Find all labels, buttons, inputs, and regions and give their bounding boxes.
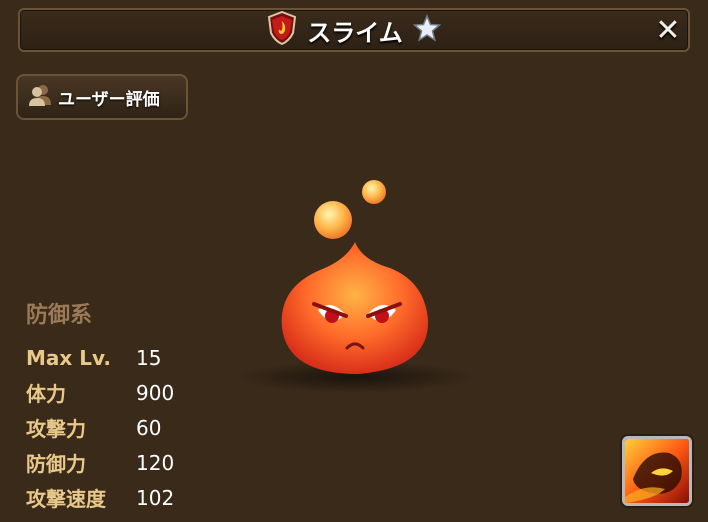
stat-row-attack: 攻撃力 60 xyxy=(26,410,174,445)
stat-label: 攻撃速度 xyxy=(26,487,106,511)
fire-attribute-icon xyxy=(267,10,297,49)
title-group: スライム xyxy=(20,10,688,50)
close-icon: ✕ xyxy=(655,12,681,48)
stat-label: Max Lv. xyxy=(26,345,112,370)
stat-value: 60 xyxy=(136,415,162,440)
stat-value: 15 xyxy=(136,345,162,370)
stat-row-defense: 防御力 120 xyxy=(26,445,174,480)
stat-value: 120 xyxy=(136,450,175,475)
fire-skill-icon xyxy=(625,439,689,503)
monster-name: スライム xyxy=(307,18,403,47)
stat-value: 102 xyxy=(136,485,175,510)
stat-value: 900 xyxy=(136,380,175,405)
user-review-button[interactable]: ユーザー評価 xyxy=(16,74,188,120)
user-review-label: ユーザー評価 xyxy=(58,89,160,110)
stat-row-hp: 体力 900 xyxy=(26,375,174,410)
stat-row-attack-speed: 攻撃速度 102 xyxy=(26,480,174,515)
star-icon xyxy=(412,14,442,46)
close-button[interactable]: ✕ xyxy=(654,13,682,48)
stat-label: 体力 xyxy=(26,382,66,406)
users-icon xyxy=(28,84,52,111)
stats-list: Max Lv. 15 体力 900 攻撃力 60 防御力 120 攻撃速度 10… xyxy=(26,340,174,515)
monster-portrait xyxy=(230,170,480,404)
stat-label: 防御力 xyxy=(26,452,86,476)
stat-row-max-level: Max Lv. 15 xyxy=(26,340,174,375)
stat-label: 攻撃力 xyxy=(26,417,86,441)
monster-category: 防御系 xyxy=(26,303,93,328)
title-bar: スライム ✕ xyxy=(18,8,690,52)
skill-button[interactable] xyxy=(622,436,692,506)
